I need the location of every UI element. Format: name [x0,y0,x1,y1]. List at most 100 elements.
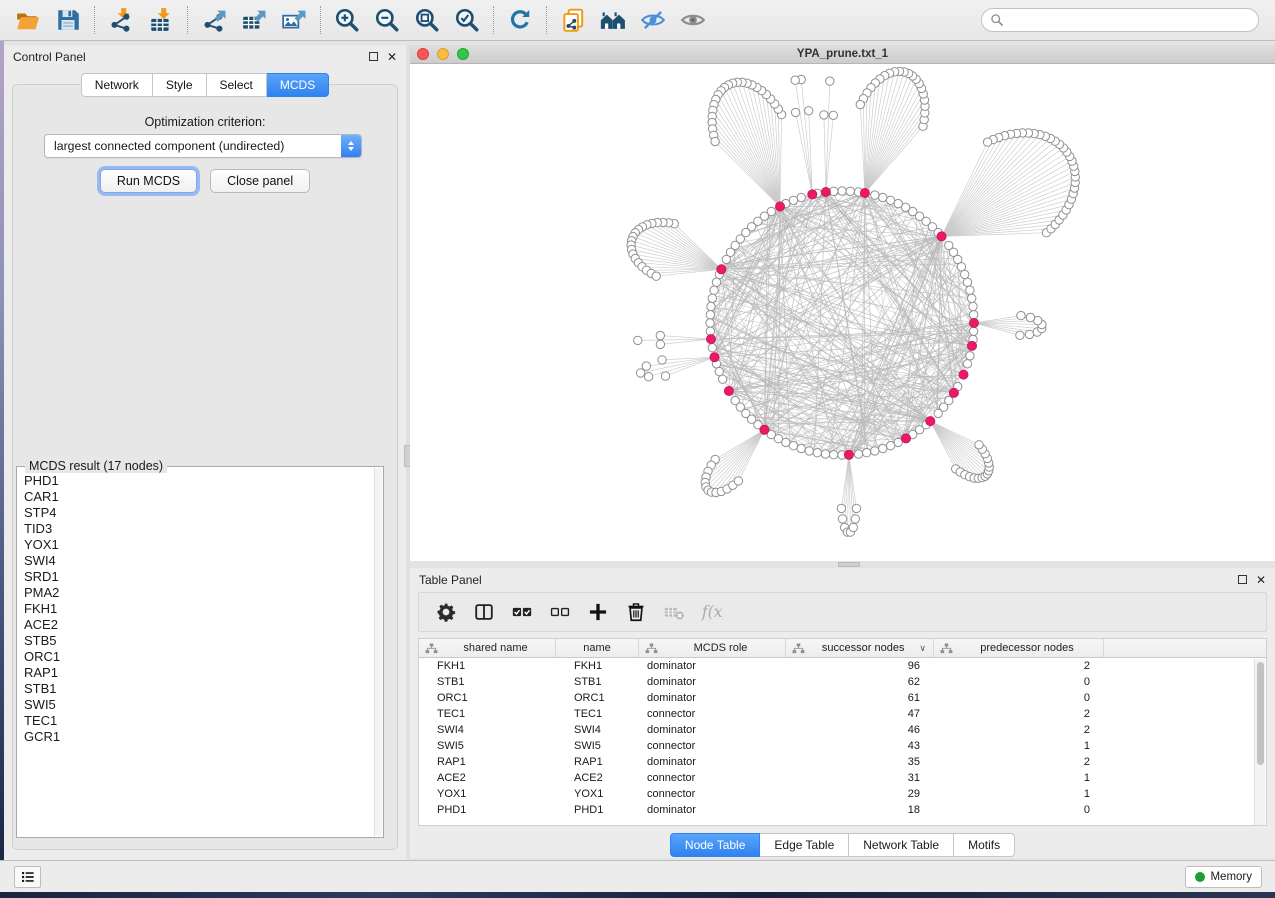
delete-column-button[interactable] [619,596,653,628]
column-header-shared-name[interactable]: shared name [419,639,556,657]
toolbar-separator [94,6,95,34]
table-row[interactable]: SWI4SWI4dominator462 [419,722,1266,738]
table-row[interactable]: RAP1RAP1dominator352 [419,754,1266,770]
tab-edge-table[interactable]: Edge Table [760,833,849,857]
select-all-rows-button[interactable] [505,596,539,628]
tab-style[interactable]: Style [153,73,207,97]
result-list-item[interactable]: PMA2 [19,585,374,601]
minimize-window-icon[interactable] [437,48,449,60]
memory-button[interactable]: Memory [1185,866,1262,888]
table-cell: dominator [639,802,786,818]
select-stepper-icon [341,135,361,157]
show-hidden-button[interactable] [673,3,713,37]
result-list-item[interactable]: YOX1 [19,537,374,553]
optimization-criterion-select[interactable]: largest connected component (undirected) [44,134,362,158]
tab-select[interactable]: Select [207,73,267,97]
maximize-window-icon[interactable] [457,48,469,60]
tab-motifs[interactable]: Motifs [954,833,1015,857]
table-row[interactable]: SWI5SWI5connector431 [419,738,1266,754]
result-list-item[interactable]: SRD1 [19,569,374,585]
add-column-button[interactable] [581,596,615,628]
table-toolbar: f(x) [418,592,1267,632]
result-list-item[interactable]: RAP1 [19,665,374,681]
table-row[interactable]: TEC1TEC1connector472 [419,706,1266,722]
zoom-in-icon [334,7,360,33]
tab-mcds[interactable]: MCDS [267,73,329,97]
close-window-icon[interactable] [417,48,429,60]
network-canvas[interactable] [410,64,1275,560]
table-scrollbar-thumb[interactable] [1257,662,1264,765]
hide-selected-button[interactable] [633,3,673,37]
list-icon [20,869,36,885]
table-cell: dominator [639,754,786,770]
gear-button[interactable] [429,596,463,628]
table-row[interactable]: PHD1PHD1dominator180 [419,802,1266,818]
open-file-button[interactable] [8,3,48,37]
table-row[interactable]: ACE2ACE2connector311 [419,770,1266,786]
close-panel-button[interactable]: Close panel [210,169,310,193]
table-scrollbar[interactable] [1254,659,1265,825]
export-table-button[interactable] [234,3,274,37]
table-cell: connector [639,738,786,754]
refresh-button[interactable] [500,3,540,37]
mcds-result-box: MCDS result (17 nodes) PHD1CAR1STP4TID3Y… [16,466,384,838]
result-list-item[interactable]: CAR1 [19,489,374,505]
tab-network-table[interactable]: Network Table [849,833,954,857]
zoom-fit-button[interactable] [407,3,447,37]
close-panel-icon[interactable]: ✕ [387,51,397,63]
column-header-successor-nodes[interactable]: successor nodes∨ [786,639,934,657]
import-table-button[interactable] [141,3,181,37]
split-columns-button[interactable] [467,596,501,628]
zoom-out-button[interactable] [367,3,407,37]
first-neighbors-button[interactable] [593,3,633,37]
result-list-item[interactable]: STB5 [19,633,374,649]
column-header-predecessor-nodes[interactable]: predecessor nodes [934,639,1104,657]
close-panel-icon[interactable]: ✕ [1256,574,1266,586]
table-row[interactable]: STB1STB1dominator620 [419,674,1266,690]
run-mcds-button[interactable]: Run MCDS [100,169,197,193]
table-cell: STB1 [556,674,639,690]
function-builder-icon: f(x) [701,601,723,623]
result-list-item[interactable]: TEC1 [19,713,374,729]
result-list-item[interactable]: STP4 [19,505,374,521]
result-list-item[interactable]: TID3 [19,521,374,537]
save-session-button[interactable] [48,3,88,37]
task-history-button[interactable] [14,866,41,888]
import-network-button[interactable] [101,3,141,37]
save-session-icon [55,7,81,33]
table-row[interactable]: FKH1FKH1dominator962 [419,658,1266,674]
main-toolbar [0,0,1275,41]
export-image-button[interactable] [274,3,314,37]
float-window-icon[interactable] [1238,575,1247,584]
float-window-icon[interactable] [369,52,378,61]
deselect-all-rows-button[interactable] [543,596,577,628]
result-list-item[interactable]: FKH1 [19,601,374,617]
zoom-in-button[interactable] [327,3,367,37]
result-list-item[interactable]: SWI5 [19,697,374,713]
table-cell: 2 [934,722,1104,738]
result-list-item[interactable]: PHD1 [19,473,374,489]
table-cell: ACE2 [556,770,639,786]
horizontal-splitter[interactable] [410,561,1275,568]
new-network-from-selection-button[interactable] [553,3,593,37]
result-list-item[interactable]: ORC1 [19,649,374,665]
column-header-MCDS-role[interactable]: MCDS role [639,639,786,657]
result-list-item[interactable]: ACE2 [19,617,374,633]
control-panel-titlebar: Control Panel ✕ [4,45,406,68]
splitter-grip[interactable] [838,562,860,567]
tab-node-table[interactable]: Node Table [670,833,761,857]
table-row[interactable]: YOX1YOX1connector291 [419,786,1266,802]
search-icon [990,13,1004,27]
zoom-selected-button[interactable] [447,3,487,37]
delete-table-icon [663,601,685,623]
search-input[interactable] [1009,10,1250,30]
tab-network[interactable]: Network [81,73,153,97]
sort-chevron-icon[interactable]: ∨ [919,643,926,654]
result-list-item[interactable]: GCR1 [19,729,374,745]
export-network-button[interactable] [194,3,234,37]
result-list-item[interactable]: STB1 [19,681,374,697]
result-list-scrollbar[interactable] [374,468,382,836]
table-row[interactable]: ORC1ORC1dominator610 [419,690,1266,706]
column-header-name[interactable]: name [556,639,639,657]
result-list-item[interactable]: SWI4 [19,553,374,569]
